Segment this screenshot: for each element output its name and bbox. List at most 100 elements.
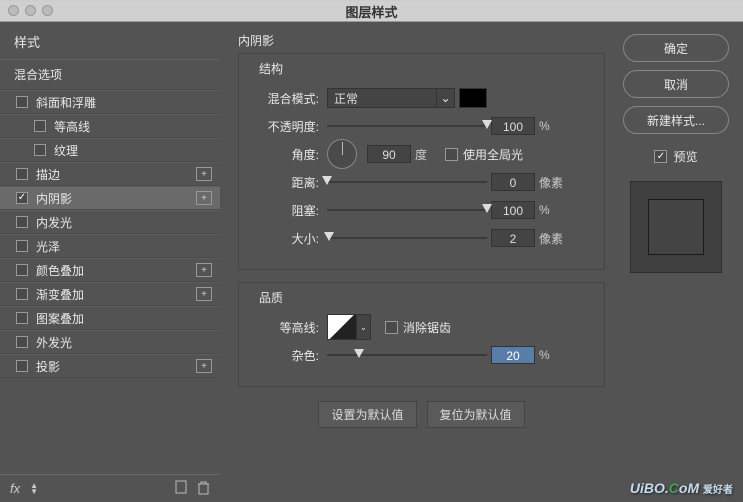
distance-label: 距离: [255,174,319,191]
default-buttons-row: 设置为默认值 复位为默认值 [238,401,605,428]
opacity-input[interactable]: 100 [491,117,535,135]
style-checkbox[interactable] [34,144,46,156]
panel-title: 内阴影 [238,32,605,49]
choke-unit: % [539,203,563,217]
right-column: 确定 取消 新建样式... 预览 [623,22,743,502]
add-effect-icon[interactable]: + [196,359,212,373]
angle-unit: 度 [415,146,439,163]
choke-input[interactable]: 100 [491,201,535,219]
opacity-row: 不透明度: 100 % [255,113,588,139]
style-label: 图案叠加 [36,310,212,327]
style-row-9[interactable]: 图案叠加 [0,306,220,330]
style-checkbox[interactable] [16,312,28,324]
cancel-button[interactable]: 取消 [623,70,729,98]
page-icon[interactable] [175,480,187,497]
blending-options-row[interactable]: 混合选项 [0,59,220,90]
distance-row: 距离: 0 像素 [255,169,588,195]
noise-slider[interactable] [327,347,487,363]
style-row-11[interactable]: 投影+ [0,354,220,378]
max-dot[interactable] [42,5,53,16]
fx-menu-arrows[interactable]: ▲▼ [30,483,38,494]
distance-unit: 像素 [539,174,569,191]
styles-list: 斜面和浮雕等高线纹理描边+内阴影+内发光光泽颜色叠加+渐变叠加+图案叠加外发光投… [0,90,220,474]
size-input[interactable]: 2 [491,229,535,247]
contour-row: 等高线: ⌄ 消除锯齿 [255,314,588,340]
distance-input[interactable]: 0 [491,173,535,191]
style-row-8[interactable]: 渐变叠加+ [0,282,220,306]
style-row-10[interactable]: 外发光 [0,330,220,354]
style-row-2[interactable]: 纹理 [0,138,220,162]
contour-preview[interactable] [327,314,357,340]
opacity-slider[interactable] [327,118,487,134]
style-label: 颜色叠加 [36,262,196,279]
window-controls[interactable] [8,5,53,16]
style-checkbox[interactable] [16,216,28,228]
add-effect-icon[interactable]: + [196,191,212,205]
style-label: 纹理 [54,142,212,159]
styles-header: 样式 [0,22,220,59]
style-checkbox[interactable] [16,264,28,276]
contour-dropdown-icon[interactable]: ⌄ [357,314,371,340]
blend-mode-label: 混合模式: [255,90,319,107]
style-row-1[interactable]: 等高线 [0,114,220,138]
add-effect-icon[interactable]: + [196,287,212,301]
color-swatch[interactable] [459,88,487,108]
style-label: 外发光 [36,334,212,351]
reset-default-button[interactable]: 复位为默认值 [427,401,525,428]
style-checkbox[interactable] [16,288,28,300]
preview-box [630,181,722,273]
min-dot[interactable] [25,5,36,16]
style-label: 投影 [36,358,196,375]
add-effect-icon[interactable]: + [196,263,212,277]
style-label: 描边 [36,166,196,183]
style-row-0[interactable]: 斜面和浮雕 [0,90,220,114]
style-label: 内发光 [36,214,212,231]
preview-toggle[interactable]: 预览 [623,148,729,165]
noise-input[interactable]: 20 [491,346,535,364]
style-label: 等高线 [54,118,212,135]
choke-slider[interactable] [327,202,487,218]
noise-label: 杂色: [255,347,319,364]
close-dot[interactable] [8,5,19,16]
make-default-button[interactable]: 设置为默认值 [318,401,416,428]
style-checkbox[interactable] [16,96,28,108]
watermark: UiBO.CoM 爱好者 [630,480,733,496]
choke-row: 阻塞: 100 % [255,197,588,223]
style-checkbox[interactable] [16,336,28,348]
style-checkbox[interactable] [16,360,28,372]
opacity-unit: % [539,119,563,133]
style-label: 斜面和浮雕 [36,94,212,111]
antialias-chk-icon [385,321,398,334]
style-row-3[interactable]: 描边+ [0,162,220,186]
trash-icon[interactable] [197,480,210,498]
ok-button[interactable]: 确定 [623,34,729,62]
style-checkbox[interactable] [16,168,28,180]
antialias-checkbox[interactable]: 消除锯齿 [385,319,451,336]
distance-slider[interactable] [327,174,487,190]
sidebar-footer: fx ▲▼ [0,474,220,502]
size-slider[interactable] [327,230,487,246]
fx-icon[interactable]: fx [10,481,20,496]
global-light-label: 使用全局光 [463,146,523,163]
style-checkbox[interactable] [16,240,28,252]
add-effect-icon[interactable]: + [196,167,212,181]
noise-unit: % [539,348,563,362]
quality-group: 品质 等高线: ⌄ 消除锯齿 杂色: 20 % [238,282,605,387]
preview-inner [648,199,704,255]
style-label: 内阴影 [36,190,196,207]
style-checkbox[interactable] [16,192,28,204]
style-row-7[interactable]: 颜色叠加+ [0,258,220,282]
style-checkbox[interactable] [34,120,46,132]
global-light-checkbox[interactable]: 使用全局光 [445,146,523,163]
angle-input[interactable]: 90 [367,145,411,163]
blend-mode-dropdown-icon[interactable]: ⌄ [437,88,455,108]
angle-dial[interactable] [327,139,357,169]
style-row-4[interactable]: 内阴影+ [0,186,220,210]
new-style-button[interactable]: 新建样式... [623,106,729,134]
blend-mode-select[interactable]: 正常 [327,88,437,108]
size-unit: 像素 [539,230,569,247]
structure-group: 结构 混合模式: 正常 ⌄ 不透明度: 100 % 角度: 90 度 [238,53,605,270]
window-title: 图层样式 [345,2,397,21]
style-row-5[interactable]: 内发光 [0,210,220,234]
style-row-6[interactable]: 光泽 [0,234,220,258]
